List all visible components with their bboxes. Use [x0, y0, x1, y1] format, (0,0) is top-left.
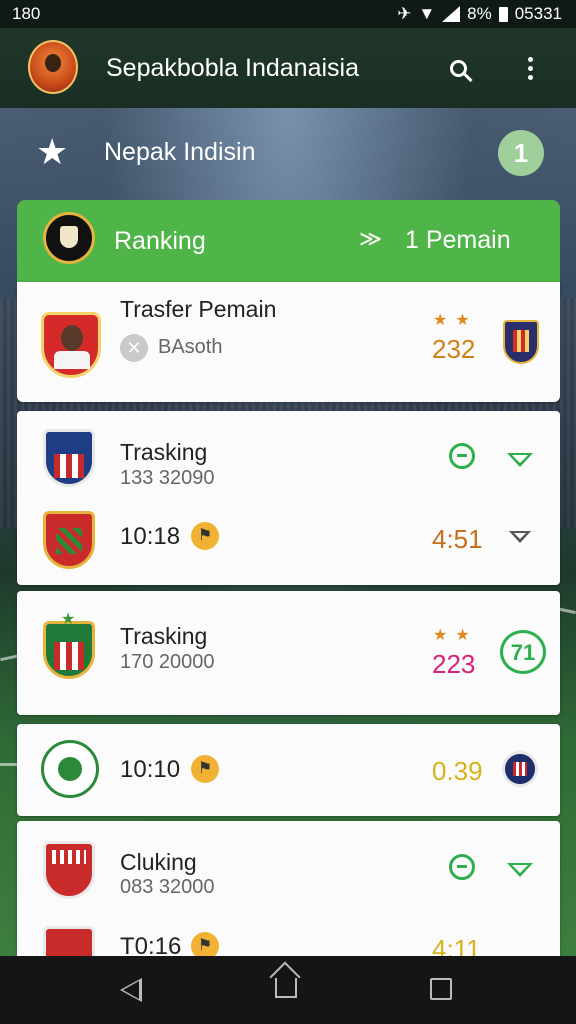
- club-crest-icon: [503, 320, 539, 364]
- whistle-icon: ⚑: [191, 522, 219, 550]
- club-crest-icon: [43, 621, 95, 679]
- status-clock: 05331: [514, 4, 562, 23]
- row-title: Trasking: [120, 623, 208, 649]
- row-title: Trasking: [120, 439, 208, 465]
- row-subtitle: 083 32000: [120, 876, 215, 898]
- wifi-icon: ▼: [418, 4, 436, 23]
- whistle-icon: ⚑: [191, 755, 219, 783]
- list-item[interactable]: Trasfer Pemain ✕ BAsoth ★★ 232: [17, 282, 560, 402]
- chevron-down-icon[interactable]: ≫: [359, 226, 382, 252]
- list-item[interactable]: Cluking 083 32000 T0:16 ⚑ 4:11: [17, 821, 560, 984]
- ranking-header[interactable]: Ranking ≫ 1 Pemain: [17, 200, 560, 282]
- battery-level: 8%: [467, 4, 492, 23]
- expand-icon[interactable]: [507, 863, 533, 877]
- row-subtitle: 133 32090: [120, 467, 215, 489]
- system-nav-bar: [0, 956, 576, 1024]
- list-item[interactable]: 10:10 ⚑ 0.39: [17, 724, 560, 816]
- list-item[interactable]: Trasking 133 32090 10:18 ⚑ 4:51: [17, 411, 560, 585]
- row-title: Cluking: [120, 849, 197, 875]
- app-logo-icon: [28, 40, 78, 94]
- list-item[interactable]: ★ Trasking 170 20000 ★★ 223 71: [17, 591, 560, 715]
- club-crest-icon: [43, 429, 95, 487]
- search-button[interactable]: [441, 50, 475, 86]
- signal-icon: [442, 6, 461, 22]
- search-icon: [449, 59, 467, 77]
- player-photo: [41, 312, 101, 378]
- more-options-button[interactable]: [513, 50, 547, 86]
- nav-home-icon[interactable]: [275, 978, 297, 998]
- nav-recent-icon[interactable]: [430, 978, 452, 1000]
- ranking-count: 1 Pemain: [405, 226, 511, 254]
- club-crest-icon: [43, 841, 95, 899]
- section-title: Nepak Indisin: [104, 138, 256, 166]
- club-crest-icon: [43, 212, 95, 264]
- rating-stars: ★★: [433, 627, 478, 644]
- star-icon: ★: [61, 611, 76, 628]
- ranking-title: Ranking: [114, 227, 206, 255]
- section-header: [0, 108, 576, 200]
- notification-badge[interactable]: 1: [498, 130, 544, 176]
- clear-icon[interactable]: ✕: [120, 334, 148, 362]
- battery-icon: [498, 6, 508, 22]
- expand-icon[interactable]: [507, 453, 533, 467]
- row-subtitle: 170 20000: [120, 651, 215, 673]
- live-icon[interactable]: [449, 443, 475, 469]
- row-score: 0.39: [432, 756, 483, 786]
- row-score: 232: [432, 334, 476, 364]
- rating-stars: ★★: [433, 312, 478, 329]
- status-bar: 180 ✈ ▼ 8% 05331: [0, 0, 576, 28]
- club-crest-icon: [502, 751, 538, 787]
- row-title: Trasfer Pemain: [120, 296, 277, 322]
- nfc-icon: ✈: [397, 4, 412, 23]
- more-vert-icon: [527, 56, 533, 80]
- match-time: 10:10: [120, 756, 181, 783]
- status-time-left: 180: [12, 4, 41, 23]
- club-crest-icon: [43, 511, 95, 569]
- player-number-badge[interactable]: 71: [500, 630, 546, 674]
- app-bar: Sepakbobla Indanaisia: [0, 28, 576, 108]
- nav-back-icon[interactable]: [120, 978, 142, 1002]
- row-score: 4:51: [432, 524, 483, 554]
- star-icon[interactable]: ★: [36, 134, 68, 170]
- club-crest-icon: [41, 740, 99, 798]
- expand-icon[interactable]: [509, 531, 531, 543]
- row-score: 223: [432, 649, 476, 679]
- match-time: 10:18: [120, 523, 181, 550]
- live-icon[interactable]: [449, 854, 475, 880]
- app-title: Sepakbobla Indanaisia: [106, 54, 359, 82]
- row-subtitle: BAsoth: [158, 336, 223, 358]
